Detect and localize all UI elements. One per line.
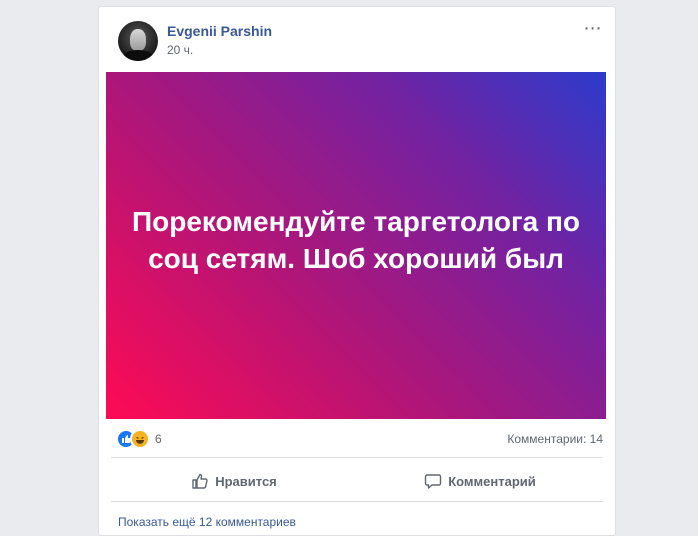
post-header: Evgenii Parshin 20 ч. ⋯: [99, 7, 615, 73]
divider: [111, 457, 603, 458]
post-banner: Порекомендуйте таргетолога по соц сетям.…: [106, 72, 606, 419]
more-comments-link[interactable]: Показать ещё 12 комментариев: [118, 515, 296, 529]
avatar-face: [130, 29, 146, 51]
author-name[interactable]: Evgenii Parshin: [167, 23, 272, 39]
comment-button-label: Комментарий: [448, 473, 536, 489]
post-text: Порекомендуйте таргетолога по соц сетям.…: [132, 205, 580, 274]
comment-icon: [425, 474, 442, 489]
action-bar: Нравится Комментарий: [111, 462, 603, 500]
divider: [111, 501, 603, 502]
thumbs-up-icon: [192, 473, 208, 489]
avatar[interactable]: [118, 21, 158, 61]
avatar-shoulders: [122, 50, 154, 61]
like-button-label: Нравится: [215, 473, 277, 489]
post-time[interactable]: 20 ч.: [167, 43, 193, 57]
haha-icon[interactable]: [130, 429, 150, 449]
comment-button[interactable]: Комментарий: [357, 462, 603, 500]
comments-count[interactable]: Комментарии: 14: [507, 432, 603, 446]
reactions-count[interactable]: 6: [155, 432, 162, 446]
reactions-bar: 6 Комментарии: 14: [99, 427, 615, 451]
like-button[interactable]: Нравится: [111, 462, 357, 500]
ellipsis-icon[interactable]: ⋯: [583, 19, 603, 37]
post-card: Evgenii Parshin 20 ч. ⋯ Порекомендуйте т…: [98, 6, 616, 536]
